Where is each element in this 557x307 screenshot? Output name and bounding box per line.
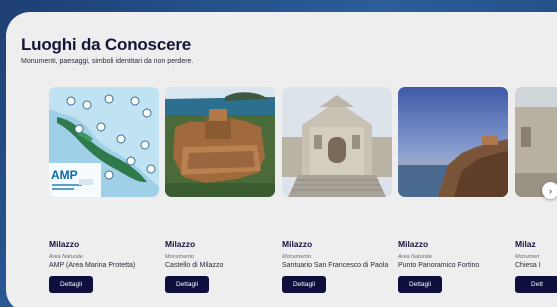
svg-text:AMP: AMP <box>51 168 78 182</box>
card-place-name: AMP (Area Marina Protetta) <box>49 262 136 269</box>
section-subtitle: Monumenti, paesaggi, simboli identitari … <box>21 58 194 65</box>
carousel-next-button[interactable]: › <box>542 182 557 199</box>
card-place-name: Castello di Milazzo <box>165 262 224 269</box>
place-image-castle[interactable] <box>165 87 275 197</box>
chevron-right-icon: › <box>549 185 552 196</box>
card-place-name: Santuario San Francesco di Paola <box>282 262 389 269</box>
card-category: Monumen <box>515 254 540 260</box>
place-card[interactable]: Milazzo Monumento Santuario San Francesc… <box>282 87 392 293</box>
place-image-amp-map[interactable]: AMP <box>49 87 159 197</box>
place-card[interactable]: Milazzo Area Naturale Punto Panoramico F… <box>398 87 508 293</box>
place-card[interactable]: Milaz Monumen Chiesa I Dett <box>515 87 557 293</box>
section-title: Luoghi da Conoscere <box>21 35 191 54</box>
card-category: Monumento <box>282 254 312 260</box>
card-city: Milazzo <box>49 239 80 249</box>
details-button[interactable]: Dettagli <box>282 276 326 293</box>
card-category: Area Naturale <box>49 254 83 260</box>
card-city: Milazzo <box>165 239 196 249</box>
details-button[interactable]: Dettagli <box>165 276 209 293</box>
place-card[interactable]: Milazzo Monumento Castello di Milazzo De… <box>165 87 275 293</box>
card-place-name: Punto Panoramico Fortino <box>398 262 480 269</box>
place-image-sanctuary[interactable] <box>282 87 392 197</box>
card-category: Area Naturale <box>398 254 432 260</box>
place-image-church[interactable] <box>515 87 557 197</box>
place-card[interactable]: AMP Milazzo Area Naturale AMP (Area Mari… <box>49 87 159 293</box>
card-city: Milaz <box>515 239 536 249</box>
card-category: Monumento <box>165 254 195 260</box>
card-city: Milazzo <box>282 239 313 249</box>
places-section: Luoghi da Conoscere Monumenti, paesaggi,… <box>6 12 557 307</box>
details-button[interactable]: Dett <box>515 276 557 293</box>
card-city: Milazzo <box>398 239 429 249</box>
card-place-name: Chiesa I <box>515 262 541 269</box>
details-button[interactable]: Dettagli <box>49 276 93 293</box>
details-button[interactable]: Dettagli <box>398 276 442 293</box>
place-image-panoramic-point[interactable] <box>398 87 508 197</box>
